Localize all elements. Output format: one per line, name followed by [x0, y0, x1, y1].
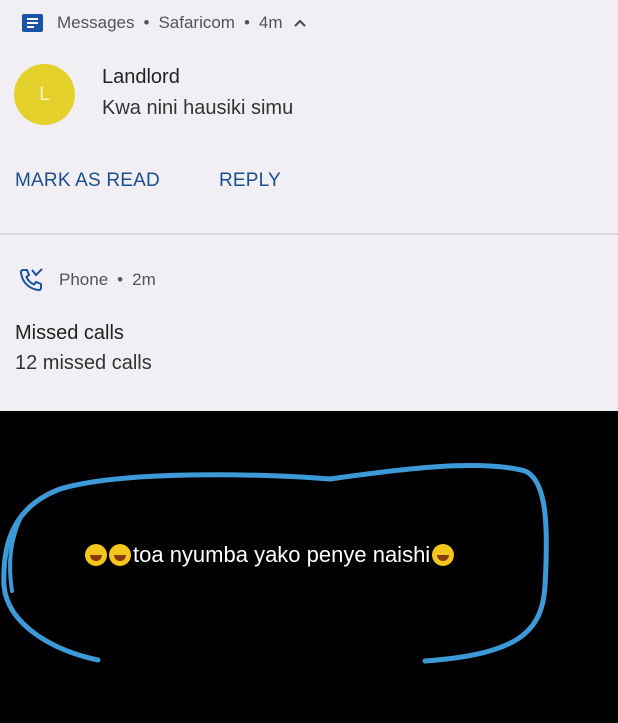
app-name: Messages: [57, 13, 135, 32]
missed-call-icon: [17, 266, 45, 294]
separator-dot: •: [143, 13, 150, 32]
reply-button[interactable]: REPLY: [219, 170, 281, 192]
app-name: Phone: [59, 270, 109, 289]
sender-name: Landlord: [102, 66, 180, 88]
notification-title: Missed calls: [15, 322, 124, 344]
notification-time: 2m: [132, 270, 156, 289]
separator-dot: •: [243, 13, 250, 32]
messages-notification-card[interactable]: Messages • Safaricom • 4m L Landlord Kwa…: [0, 0, 618, 233]
carrier-name: Safaricom: [158, 13, 235, 32]
meme-caption-area: toa nyumba yako penye naishi: [0, 411, 618, 723]
phone-notification-header: Phone • 2m: [17, 266, 156, 294]
laughing-emoji-icon: [85, 544, 107, 566]
separator-dot: •: [117, 270, 124, 289]
notification-time: 4m: [258, 13, 283, 32]
avatar: L: [14, 64, 75, 125]
message-body: Kwa nini hausiki simu: [102, 97, 294, 119]
laughing-emoji-icon: [109, 544, 131, 566]
laughing-emoji-icon: [432, 544, 455, 566]
caption-text: toa nyumba yako penye naishi: [133, 542, 431, 567]
messages-app-icon: [22, 14, 43, 32]
notification-subtitle: 12 missed calls: [15, 352, 152, 374]
mark-as-read-button[interactable]: MARK AS READ: [15, 170, 160, 192]
chevron-up-icon[interactable]: [293, 13, 307, 33]
messages-notification-header: Messages • Safaricom • 4m: [22, 13, 307, 33]
caption-line: toa nyumba yako penye naishi: [85, 542, 456, 568]
avatar-letter: L: [39, 83, 50, 105]
